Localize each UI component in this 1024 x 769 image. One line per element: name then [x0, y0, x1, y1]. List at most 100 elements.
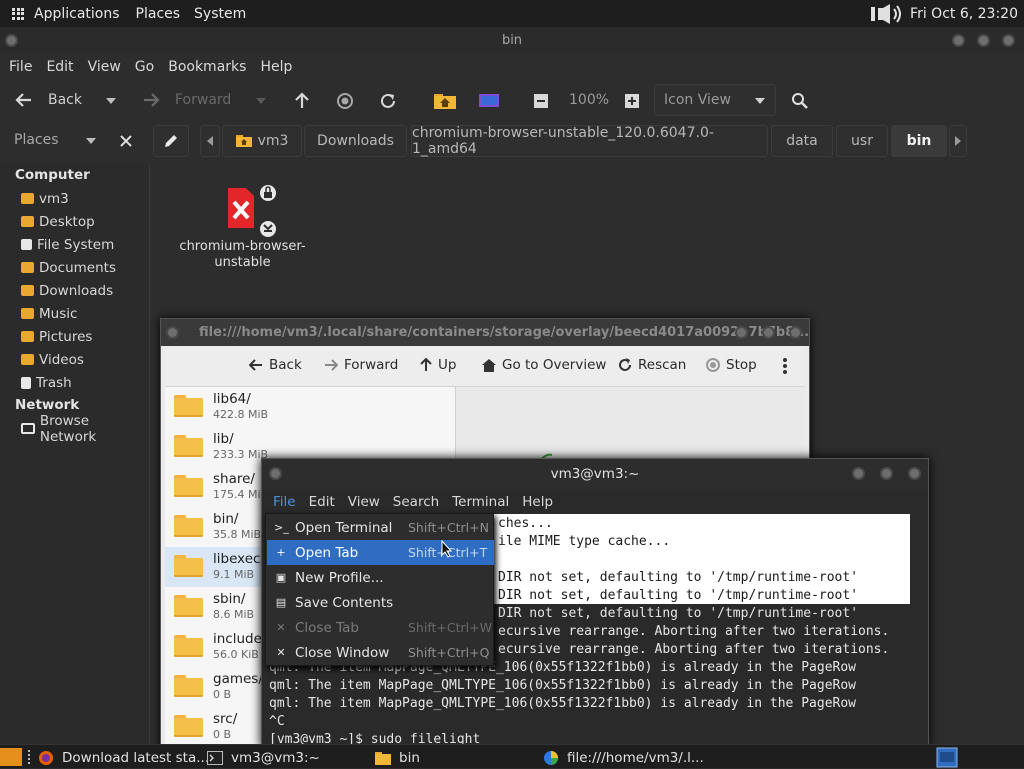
task-terminal[interactable]: vm3@vm3:~ [207, 747, 320, 769]
list-item[interactable]: lib64/422.8 MiB [165, 387, 455, 427]
home-folder-icon[interactable] [433, 92, 457, 110]
breadcrumb-usr[interactable]: usr [836, 125, 888, 157]
rescan-button[interactable]: Rescan [618, 357, 686, 373]
show-desktop-button[interactable] [0, 748, 22, 766]
apps-grid-icon[interactable] [12, 7, 24, 20]
computer-icon[interactable] [478, 92, 500, 110]
back-button[interactable]: Back [14, 92, 82, 108]
menu-terminal[interactable]: Terminal [452, 494, 509, 510]
maximize-button[interactable] [977, 34, 990, 47]
sidebar-item-videos[interactable]: Videos [0, 348, 148, 371]
window-titlebar[interactable]: bin [0, 27, 1024, 54]
window-titlebar[interactable]: vm3@vm3:~ [262, 459, 928, 489]
zoom-in-icon[interactable] [625, 94, 639, 108]
menu-view[interactable]: View [348, 494, 380, 510]
minimize-button[interactable] [735, 326, 748, 339]
kebab-menu-icon[interactable] [783, 358, 787, 374]
stop-icon[interactable] [336, 92, 354, 110]
applications-menu[interactable]: Applications [34, 6, 120, 22]
forward-history-chevron-icon[interactable] [255, 98, 267, 105]
menu-edit[interactable]: Edit [309, 494, 335, 510]
menu-bookmarks[interactable]: Bookmarks [168, 59, 246, 75]
window-title: bin [501, 33, 523, 48]
places-selector[interactable]: Places [0, 125, 146, 157]
sidebar-item-documents[interactable]: Documents [0, 256, 148, 279]
view-mode-select[interactable]: Icon View [654, 84, 776, 116]
menu-item-open-terminal[interactable]: >_ Open Terminal Shift+Ctrl+N [267, 515, 494, 540]
sidebar-item-music[interactable]: Music [0, 302, 148, 325]
minimize-button[interactable] [852, 467, 865, 480]
window-titlebar[interactable]: file:///home/vm3/.local/share/containers… [161, 319, 809, 346]
sidebar-item-label: Pictures [39, 328, 93, 345]
volume-icon[interactable] [870, 3, 904, 24]
menu-file[interactable]: File [273, 494, 296, 510]
menu-view[interactable]: View [88, 59, 121, 75]
sidebar-item-downloads[interactable]: Downloads [0, 279, 148, 302]
folder-icon [174, 475, 203, 497]
sidebar-item-pictures[interactable]: Pictures [0, 325, 148, 348]
new-tab-icon: + [276, 546, 286, 559]
sidebar-item-desktop[interactable]: Desktop [0, 210, 148, 233]
sidebar-item-vm3[interactable]: vm3 [0, 187, 148, 210]
menu-go[interactable]: Go [135, 59, 154, 75]
entry-size: 175.4 MiB [213, 488, 269, 501]
minimize-button[interactable] [952, 34, 965, 47]
zoom-out-icon[interactable] [534, 94, 548, 108]
sidebar-item-label: Downloads [39, 282, 114, 299]
workspace-switcher-icon[interactable] [936, 747, 958, 768]
view-mode-value: Icon View [664, 92, 731, 108]
reload-icon[interactable] [379, 92, 397, 110]
menu-item-save-contents[interactable]: ▤ Save Contents [267, 590, 494, 615]
menu-edit[interactable]: Edit [46, 59, 73, 75]
forward-button[interactable]: Forward [143, 92, 231, 108]
taskbar-handle[interactable] [28, 750, 30, 764]
task-filelight[interactable]: file:///home/vm3/.l... [543, 747, 704, 769]
task-file-manager[interactable]: bin [375, 747, 420, 769]
clock[interactable]: Fri Oct 6, 23:20 [910, 6, 1018, 22]
breadcrumb-chromium-package[interactable]: chromium-browser-unstable_120.0.6047.0-1… [411, 125, 768, 157]
folder-icon [21, 262, 34, 273]
sidebar-item-filesystem[interactable]: File System [0, 233, 148, 256]
breadcrumb-data[interactable]: data [771, 125, 833, 157]
search-icon[interactable] [791, 92, 809, 110]
entry-name: share/ [213, 471, 255, 487]
menu-item-open-tab[interactable]: +Open TabShift+Ctrl+T [267, 540, 494, 565]
sidebar-item-trash[interactable]: Trash [0, 371, 148, 394]
places-menu[interactable]: Places [136, 6, 181, 22]
close-button[interactable] [789, 326, 802, 339]
maximize-button[interactable] [762, 326, 775, 339]
breadcrumb-vm3[interactable]: vm3 [222, 125, 302, 157]
window-menu-icon[interactable] [269, 467, 282, 480]
overview-button[interactable]: Go to Overview [482, 357, 606, 373]
maximize-button[interactable] [880, 467, 893, 480]
task-firefox[interactable]: Download latest sta... [38, 747, 209, 769]
menu-help[interactable]: Help [260, 59, 292, 75]
file-item[interactable]: chromium-browser- unstable [170, 182, 315, 272]
breadcrumb-bin[interactable]: bin [891, 125, 947, 157]
breadcrumb-downloads[interactable]: Downloads [304, 125, 407, 157]
forward-button[interactable]: Forward [324, 357, 398, 373]
close-button[interactable] [1002, 34, 1015, 47]
menu-item-new-profile[interactable]: ▣ New Profile... [267, 565, 494, 590]
up-arrow-icon[interactable] [294, 92, 310, 110]
breadcrumb-scroll-left[interactable] [200, 125, 220, 157]
menu-item-close-window[interactable]: ✕ Close Window Shift+Ctrl+Q [267, 640, 494, 665]
back-history-chevron-icon[interactable] [105, 98, 117, 105]
up-button[interactable]: Up [420, 357, 456, 373]
close-sidebar-icon[interactable] [120, 135, 132, 147]
menu-help[interactable]: Help [522, 494, 553, 510]
close-button[interactable] [908, 467, 921, 480]
window-menu-icon[interactable] [166, 326, 179, 339]
stop-button[interactable]: Stop [706, 357, 757, 373]
breadcrumb-label: bin [906, 133, 932, 149]
close-icon: ✕ [276, 646, 286, 659]
window-menu-icon[interactable] [5, 34, 18, 47]
breadcrumb-scroll-right[interactable] [949, 125, 967, 157]
back-button[interactable]: Back [249, 357, 302, 373]
menu-search[interactable]: Search [393, 494, 439, 510]
folder-icon [174, 395, 203, 417]
system-menu[interactable]: System [194, 6, 246, 22]
sidebar-item-browse-network[interactable]: Browse Network [0, 413, 148, 445]
menu-file[interactable]: File [9, 59, 32, 75]
edit-location-button[interactable] [153, 125, 189, 157]
